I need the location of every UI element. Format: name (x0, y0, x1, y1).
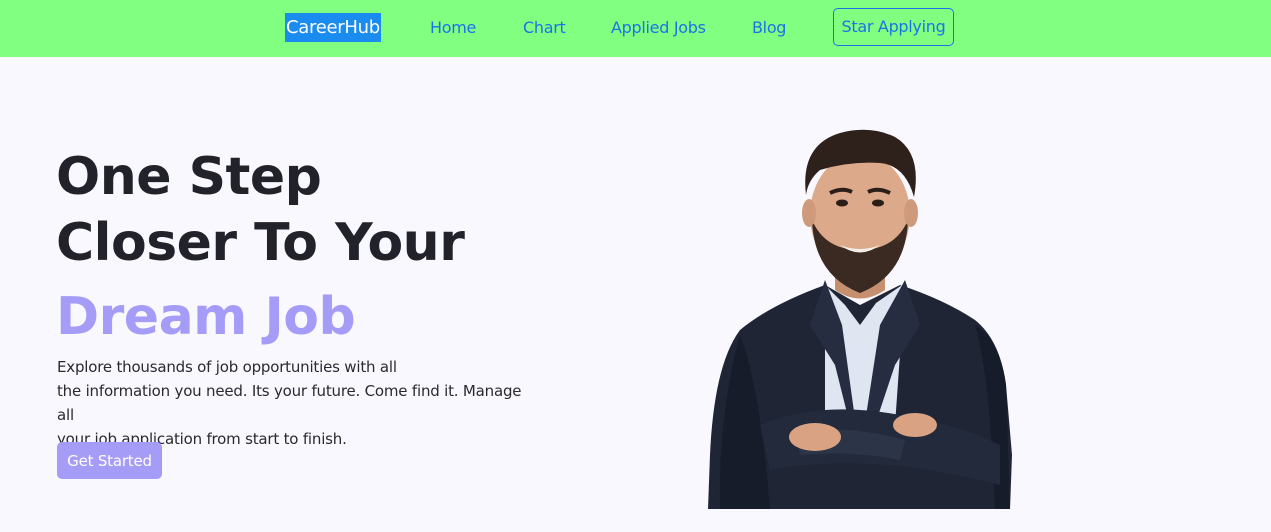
get-started-button[interactable]: Get Started (57, 442, 162, 479)
hero-description-line2: the information you need. Its your futur… (57, 382, 522, 424)
nav-link-home[interactable]: Home (430, 17, 476, 39)
star-applying-button[interactable]: Star Applying (833, 8, 954, 46)
brand-logo[interactable]: CareerHub (285, 13, 381, 42)
hero-description-line1: Explore thousands of job opportunities w… (57, 358, 397, 376)
navbar: CareerHub Home Chart Applied Jobs Blog S… (0, 0, 1271, 57)
hero-title-line1: One Step (56, 147, 322, 207)
hero-title-line2: Closer To Your (56, 213, 465, 273)
nav-link-chart[interactable]: Chart (523, 17, 566, 39)
hero-title: One Step Closer To Your (56, 144, 465, 276)
hero-highlight: Dream Job (56, 287, 356, 347)
nav-link-applied-jobs[interactable]: Applied Jobs (611, 17, 706, 39)
hero-description: Explore thousands of job opportunities w… (57, 355, 537, 451)
hero-person-image (708, 129, 1012, 509)
nav-link-blog[interactable]: Blog (752, 17, 786, 39)
